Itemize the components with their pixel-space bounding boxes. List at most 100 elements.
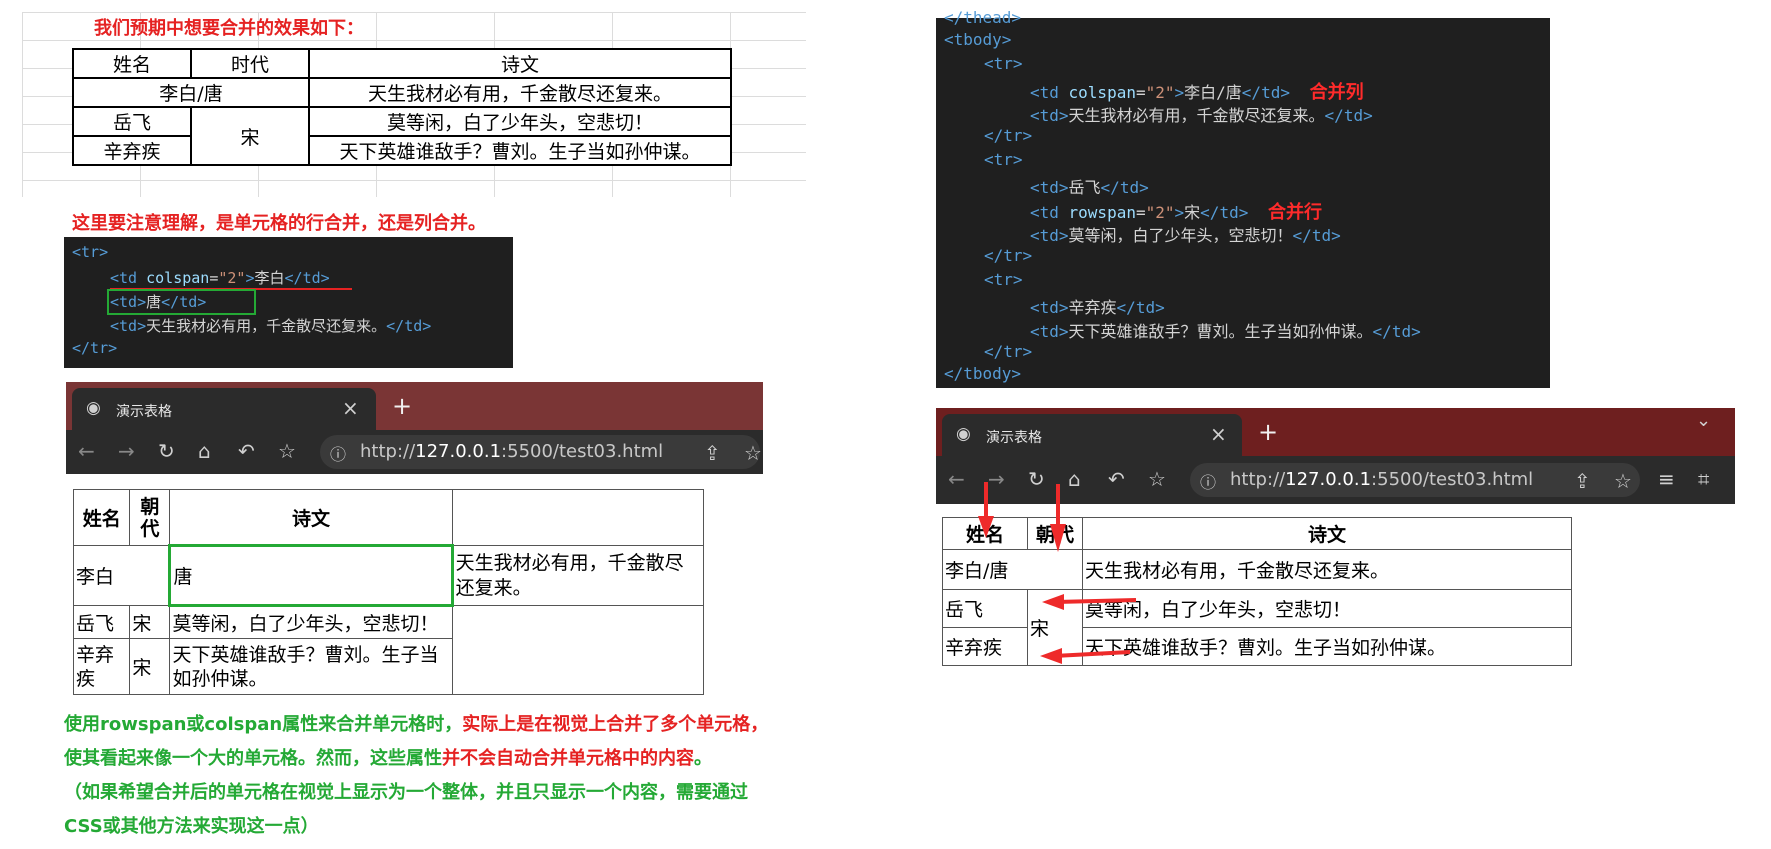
code-token: colspan [1068,83,1136,102]
code-token: 天生我材必有用，千金散尽还复来。 [146,317,387,335]
note-line-3: （如果希望合并后的单元格在视觉上显示为一个整体，并且只显示一个内容，需要通过 [64,782,748,803]
chevron-down-icon[interactable]: ⌄ [1696,410,1711,431]
share-icon[interactable]: ⇪ [704,441,721,465]
td-cell: 天下英雄谁敌手？曹刘。生子当如孙仲谋。 [169,638,453,695]
code-token: </td> [1116,298,1165,317]
td-cell-highlighted: 唐 [168,544,454,607]
excel-cell: 辛弃疾 [72,135,192,166]
excel-cell: 天生我材必有用，千金散尽还复来。 [308,77,732,108]
code-token: <tbody> [944,30,1012,49]
plus-icon[interactable]: + [392,392,412,420]
bottom-note: 使用rowspan或colspan属性来合并单元格时，实际上是在视觉上合并了多个… [64,708,844,844]
code-token: <td [1030,83,1069,102]
code-token: <td> [1030,298,1069,317]
code-token: "2" [1145,83,1175,102]
code-token: </td> [1324,106,1373,125]
url-text: http://127.0.0.1:5500/test03.html [1230,469,1533,490]
extra-cell [451,605,705,695]
url-host: 127.0.0.1 [1285,469,1372,490]
excel-cell: 宋 [190,106,310,166]
plus-icon[interactable]: + [1258,418,1278,446]
globe-icon: ◉ [956,424,971,444]
code-token: 李白/唐 [1184,83,1242,102]
excel-merge-table: 姓名 时代 诗文 李白/唐 天生我材必有用，千金散尽还复来。 岳飞 宋 莫等闲，… [72,48,732,166]
code-token: </tr> [984,126,1033,145]
code-token: <td> [1030,106,1069,125]
code-token: colspan [146,269,210,287]
url-rest: :5500/test03.html [501,441,664,462]
code-token: = [1135,203,1146,222]
code-token: 岳飞 [1068,178,1101,197]
red-arrow-icon [1050,484,1066,552]
code-token: 李白 [254,269,285,287]
note-line-1: 使用rowspan或colspan属性来合并单元格时，实际上是在视觉上合并了多个… [64,708,844,742]
crop-icon[interactable]: ⌗ [1698,467,1709,491]
code-token: </thead> [944,8,1022,27]
code-token: "2" [218,269,246,287]
attention-note: 这里要注意理解，是单元格的行合并，还是列合并。 [72,213,486,234]
code-token: 天下英雄谁敌手？曹刘。生子当如孙仲谋。 [1068,322,1373,341]
red-arrows-overlay [978,482,1137,664]
td-cell: 宋 [129,638,171,695]
star-icon[interactable]: ☆ [744,441,762,465]
excel-cell: 岳飞 [72,106,192,137]
left-code-panel: <tr> <td colspan="2">李白</td> <td>唐</td> … [64,237,513,368]
code-token: 宋 [1184,203,1201,222]
code-token: 莫等闲，白了少年头，空悲切！ [1068,226,1293,245]
left-address-bar[interactable]: ⓘ http://127.0.0.1:5500/test03.html ⇪ ☆ [320,435,762,469]
info-icon: ⓘ [330,445,347,464]
code-token: 天生我材必有用，千金散尽还复来。 [1068,106,1325,125]
code-token: > [1174,83,1185,102]
undo-icon[interactable]: ↶ [238,439,255,463]
td-cell: 天生我材必有用，千金散尽还复来。 [451,545,705,606]
excel-header-era: 时代 [190,48,310,79]
code-token: rowspan [1068,203,1136,222]
red-arrow-icon [1042,594,1137,610]
excel-header-poem: 诗文 [308,48,732,79]
code-token: <tr> [72,243,109,261]
excel-cell: 天下英雄谁敌手？曹刘。生子当如孙仲谋。 [308,135,732,166]
label-rowspan: 合并行 [1267,202,1322,223]
note-text: 。 [694,748,712,769]
url-rest: :5500/test03.html [1371,469,1534,490]
back-arrow-icon[interactable]: ← [78,439,95,463]
left-rendered-table: 姓名 朝代 诗文 李白 唐 天生我材必有用，千金散尽还复来。 岳飞 宋 莫等闲，… [72,489,705,695]
td-cell: 莫等闲，白了少年头，空悲切！ [169,605,453,639]
share-icon[interactable]: ⇪ [1574,469,1591,493]
extra-cell [451,489,705,546]
code-token: <td [1030,203,1069,222]
right-address-bar[interactable]: ⓘ http://127.0.0.1:5500/test03.html ⇪ ☆ [1190,463,1640,497]
close-icon[interactable]: × [342,396,359,420]
close-icon[interactable]: × [1210,422,1227,446]
code-token: </td> [1200,203,1249,222]
code-token: <td> [1030,226,1069,245]
star-icon[interactable]: ☆ [1614,469,1632,493]
code-token: <td> [1030,322,1069,341]
forward-arrow-icon[interactable]: → [118,439,135,463]
globe-icon: ◉ [86,398,101,418]
code-token: "2" [1145,203,1175,222]
code-token: <tr> [984,270,1023,289]
code-token: </td> [284,269,330,287]
right-code-panel: </thead> <tbody> <tr> <td colspan="2">李白… [936,8,1550,388]
note-text-red: 并不会自动合并单元格中的内容 [442,748,694,769]
td-cell: 辛弃疾 [72,638,131,695]
red-arrow-icon [978,482,994,538]
green-highlight-box [107,289,256,315]
code-token: <td> [1030,178,1069,197]
code-token: </td> [386,317,432,335]
code-token: <td [110,269,147,287]
url-prefix: http:// [1230,469,1286,490]
code-token: </tbody> [944,364,1022,383]
star-icon[interactable]: ☆ [278,439,296,463]
code-token: </td> [1372,322,1421,341]
home-icon[interactable]: ⌂ [198,439,211,463]
reload-icon[interactable]: ↻ [158,439,175,463]
left-browser-tab[interactable]: ◉ 演示表格 × [72,388,376,430]
playlist-icon[interactable]: ≡ [1658,467,1675,491]
code-token: <tr> [984,150,1023,169]
url-text: http://127.0.0.1:5500/test03.html [360,441,663,462]
td-cell: 宋 [129,605,171,639]
code-token: </td> [1292,226,1341,245]
right-browser-tab[interactable]: ◉ 演示表格 × [942,414,1242,456]
